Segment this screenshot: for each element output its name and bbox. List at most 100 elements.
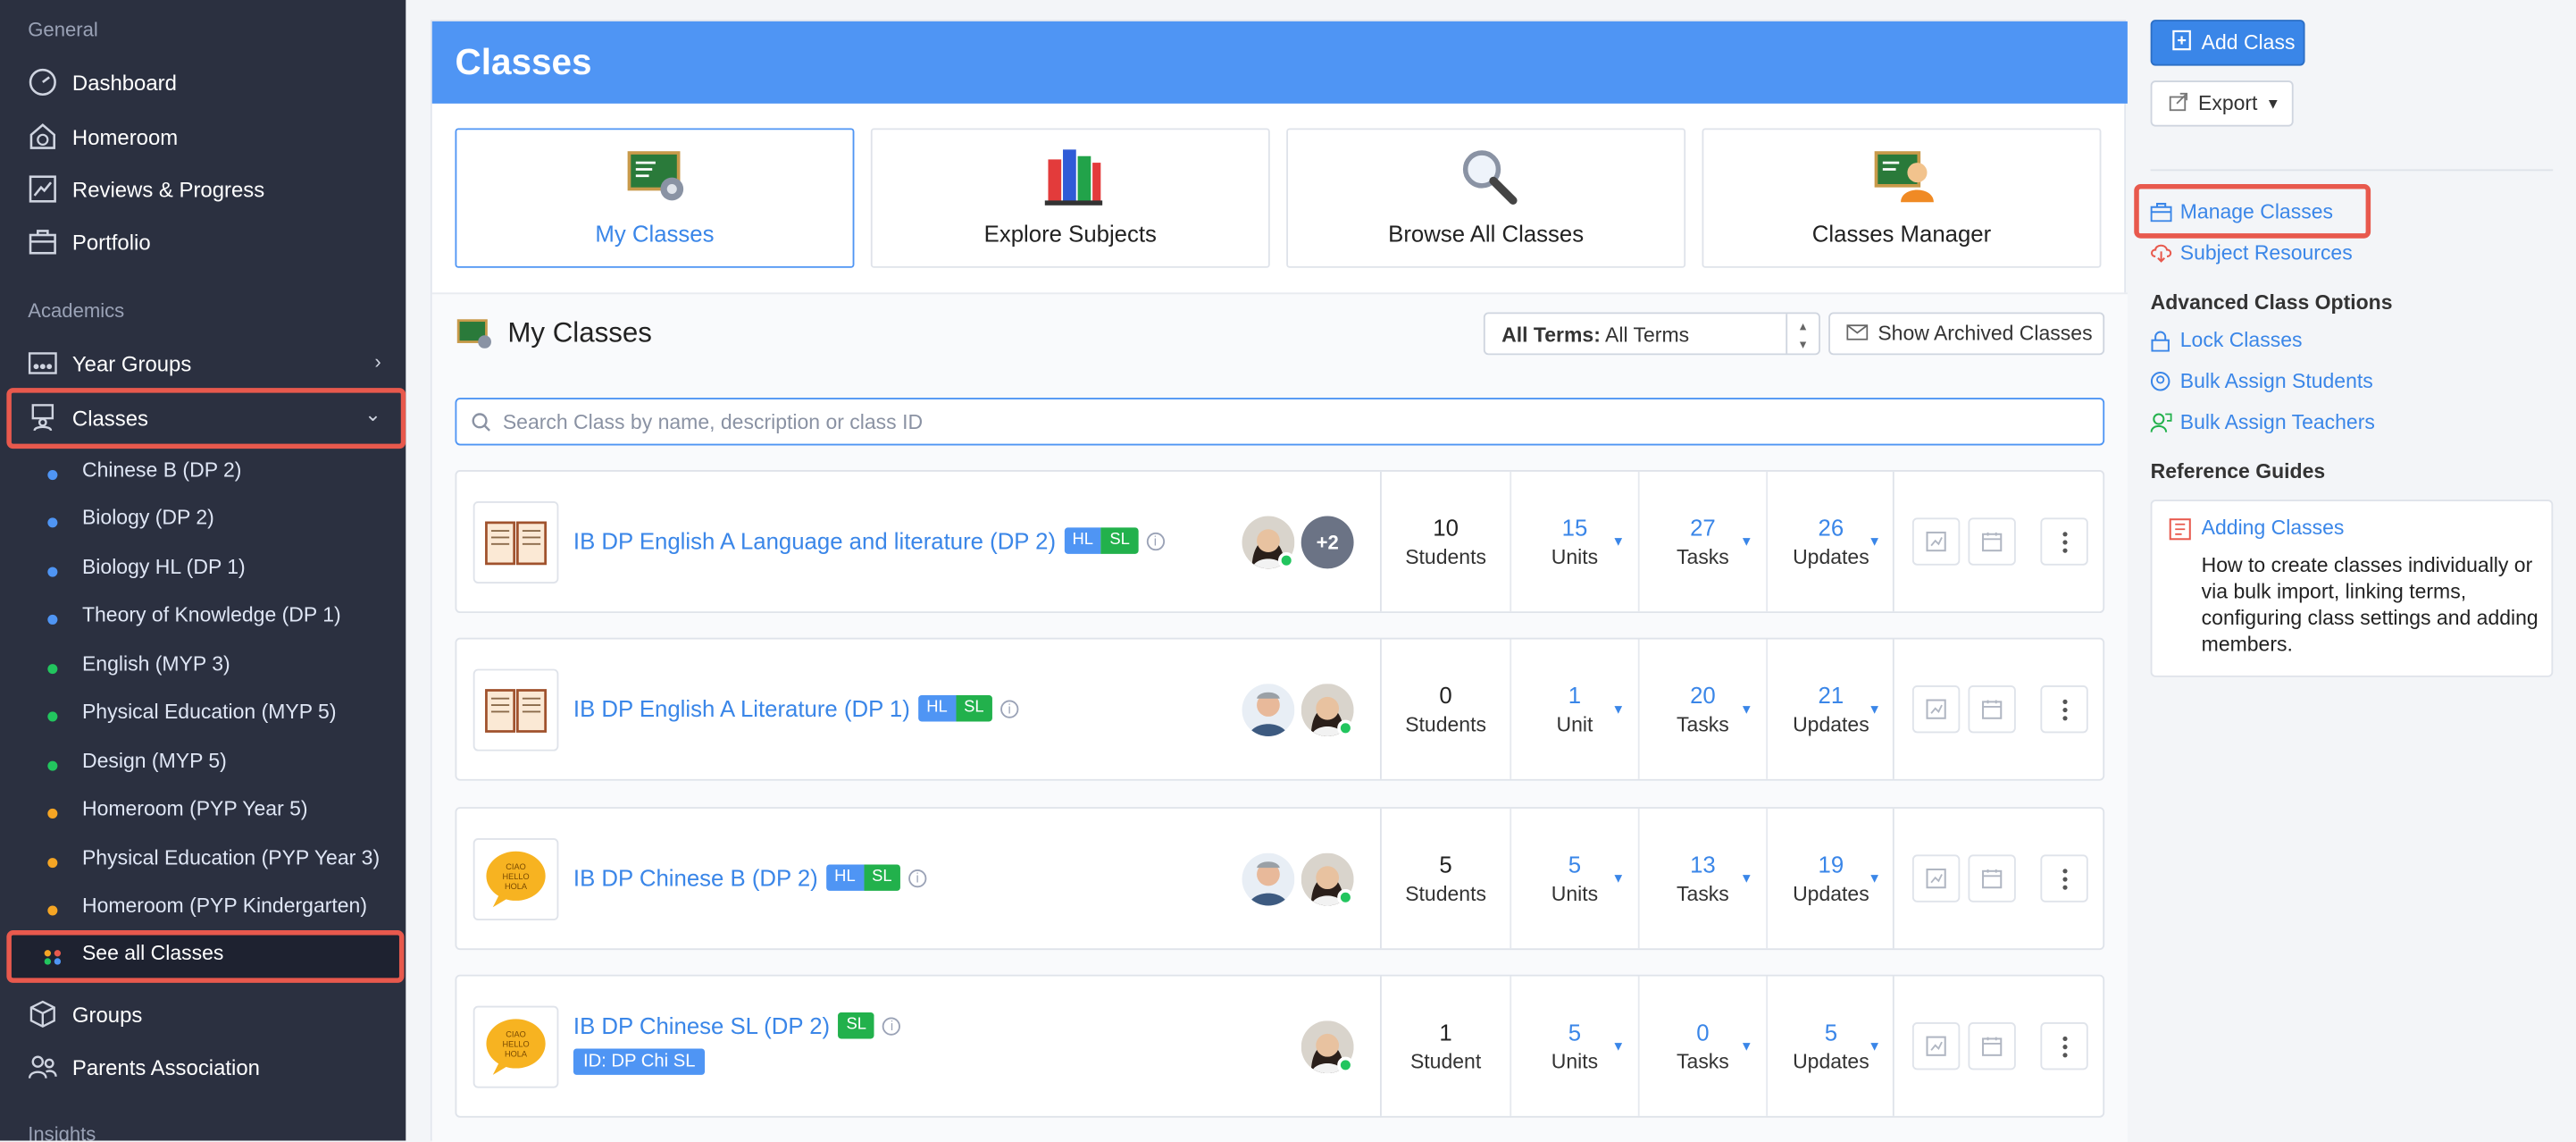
more-options-button[interactable] xyxy=(2040,854,2088,903)
stat-units[interactable]: 1 Unit ▼ xyxy=(1510,639,1637,779)
add-class-button[interactable]: Add Class xyxy=(2150,20,2305,66)
guide-book-icon xyxy=(2169,517,2192,549)
class-card[interactable]: CIAO HELLO HOLA IB DP Chinese B (DP 2) HL SL i… xyxy=(455,807,2105,951)
gradebook-button[interactable] xyxy=(1911,854,1961,903)
stat-value: 1 xyxy=(1439,1019,1452,1045)
gradebook-button[interactable] xyxy=(1911,517,1961,566)
caret-down-icon: ▼ xyxy=(1739,533,1753,550)
class-name-link[interactable]: IB DP Chinese B (DP 2) HL SL i xyxy=(573,864,927,891)
manage-classes-link[interactable]: Manage Classes xyxy=(2150,200,2333,223)
calendar-button[interactable] xyxy=(1968,517,2016,566)
nav-year-groups[interactable]: Year Groups › xyxy=(26,342,397,385)
stat-units[interactable]: 15 Units ▼ xyxy=(1510,471,1637,612)
lock-classes-link[interactable]: Lock Classes xyxy=(2151,329,2302,352)
nav-homeroom[interactable]: Homeroom xyxy=(26,115,397,158)
sidebar-class-item[interactable]: English (MYP 3) xyxy=(82,652,230,676)
subject-resources-link[interactable]: Subject Resources xyxy=(2151,241,2353,265)
info-icon[interactable]: i xyxy=(907,869,927,887)
nav-portfolio[interactable]: Portfolio xyxy=(26,220,397,263)
bulk-assign-students-link[interactable]: Bulk Assign Students xyxy=(2150,370,2373,393)
class-color-dot xyxy=(47,808,58,819)
class-name-link[interactable]: IB DP English A Language and literature … xyxy=(573,527,1165,554)
sidebar-class-item[interactable]: Design (MYP 5) xyxy=(82,750,227,773)
nav-parents-association[interactable]: Parents Association xyxy=(26,1045,397,1088)
tile-my-classes[interactable]: My Classes xyxy=(455,128,855,268)
stat-tasks[interactable]: 20 Tasks ▼ xyxy=(1637,639,1766,779)
term-label: All Terms: xyxy=(1501,323,1601,348)
sl-badge: SL xyxy=(838,1012,875,1039)
caret-down-icon: ▼ xyxy=(1611,533,1626,550)
term-select[interactable]: All Terms: All Terms ▴ ▾ xyxy=(1483,312,1820,356)
tile-classes-manager[interactable]: Classes Manager xyxy=(1702,128,2102,268)
sidebar-class-item[interactable]: Homeroom (PYP Year 5) xyxy=(82,797,308,820)
gradebook-button[interactable] xyxy=(1911,684,1961,734)
nav-classes[interactable]: Classes ⌄ xyxy=(26,396,397,439)
class-name-link[interactable]: IB DP English A Literature (DP 1) HL SL i xyxy=(573,695,1019,722)
class-thumbnail[interactable] xyxy=(473,668,559,752)
stat-label: Students xyxy=(1405,713,1486,737)
class-card[interactable]: IB DP English A Language and literature … xyxy=(455,470,2105,614)
sidebar-class-item[interactable]: Physical Education (MYP 5) xyxy=(82,701,337,724)
page-header: Classes xyxy=(431,21,2128,104)
stat-value: 0 xyxy=(1439,682,1452,709)
colored-dots-icon-part xyxy=(54,958,62,965)
nav-reviews-progress[interactable]: Reviews & Progress xyxy=(26,168,397,211)
bulk-assign-teachers-link[interactable]: Bulk Assign Teachers xyxy=(2150,411,2375,434)
dashboard-icon xyxy=(26,66,59,99)
more-options-button[interactable] xyxy=(2040,684,2088,734)
sidebar-class-item[interactable]: Homeroom (PYP Kindergarten) xyxy=(82,894,367,918)
add-class-label: Add Class xyxy=(2201,30,2296,55)
stat-units[interactable]: 5 Units ▼ xyxy=(1510,808,1637,949)
stat-updates[interactable]: 26 Updates ▼ xyxy=(1766,471,1894,612)
stat-label: Student xyxy=(1409,1050,1482,1074)
stat-updates[interactable]: 5 Updates ▼ xyxy=(1766,976,1894,1116)
nav-label: Classes xyxy=(71,405,148,430)
more-options-button[interactable] xyxy=(2040,1022,2088,1071)
guide-card[interactable]: Adding Classes How to create classes ind… xyxy=(2150,500,2554,677)
sidebar-class-item[interactable]: Physical Education (PYP Year 3) xyxy=(82,846,380,869)
teacher-avatar[interactable] xyxy=(1242,684,1295,737)
nav-label: Dashboard xyxy=(71,70,177,95)
guide-title[interactable]: Adding Classes xyxy=(2202,516,2345,540)
stat-label: Tasks xyxy=(1677,545,1729,569)
tile-explore-subjects[interactable]: Explore Subjects xyxy=(870,128,1270,268)
class-card[interactable]: IB DP English A Literature (DP 1) HL SL i 0 S… xyxy=(455,637,2105,781)
stat-updates[interactable]: 21 Updates ▼ xyxy=(1766,639,1894,779)
books-icon xyxy=(1041,147,1104,206)
export-button[interactable]: Export ▼ xyxy=(2150,80,2294,127)
stat-tasks[interactable]: 13 Tasks ▼ xyxy=(1637,808,1766,949)
info-icon[interactable]: i xyxy=(1146,532,1165,550)
stat-tasks[interactable]: 27 Tasks ▼ xyxy=(1637,471,1766,612)
show-archived-button[interactable]: Show Archived Classes xyxy=(1828,312,2105,356)
calendar-button[interactable] xyxy=(1968,684,2016,734)
stat-tasks[interactable]: 0 Tasks ▼ xyxy=(1637,976,1766,1116)
nav-groups[interactable]: Groups xyxy=(26,993,397,1036)
tile-browse-all-classes[interactable]: Browse All Classes xyxy=(1286,128,1686,268)
sidebar-class-item[interactable]: Biology (DP 2) xyxy=(82,507,214,530)
info-icon[interactable]: i xyxy=(882,1016,901,1035)
class-thumbnail[interactable] xyxy=(473,500,559,584)
stat-updates[interactable]: 19 Updates ▼ xyxy=(1766,808,1894,949)
class-name-link[interactable]: IB DP Chinese SL (DP 2) SL i xyxy=(573,1012,901,1039)
teacher-board-icon xyxy=(1873,147,1936,206)
see-all-classes-link[interactable]: See all Classes xyxy=(82,942,223,965)
class-name: IB DP Chinese SL (DP 2) xyxy=(573,1012,831,1039)
calendar-button[interactable] xyxy=(1968,1022,2016,1071)
stat-units[interactable]: 5 Units ▼ xyxy=(1510,976,1637,1116)
info-icon[interactable]: i xyxy=(1000,699,1019,718)
class-thumbnail[interactable]: CIAO HELLO HOLA xyxy=(473,1005,559,1088)
sidebar-class-item[interactable]: Theory of Knowledge (DP 1) xyxy=(82,603,341,626)
sidebar-class-item[interactable]: Biology HL (DP 1) xyxy=(82,556,246,579)
class-card[interactable]: CIAO HELLO HOLA IB DP Chinese SL (DP 2) SL i I… xyxy=(455,974,2105,1118)
teacher-avatar[interactable] xyxy=(1242,852,1295,906)
more-teachers-badge[interactable]: +2 xyxy=(1301,516,1354,569)
calendar-icon xyxy=(1982,869,2003,889)
search-input[interactable]: Search Class by name, description or cla… xyxy=(455,398,2105,446)
calendar-button[interactable] xyxy=(1968,854,2016,903)
sidebar-class-item[interactable]: Chinese B (DP 2) xyxy=(82,458,241,482)
class-thumbnail[interactable]: CIAO HELLO HOLA xyxy=(473,838,559,921)
nav-dashboard[interactable]: Dashboard xyxy=(26,61,397,104)
more-options-button[interactable] xyxy=(2040,517,2088,566)
caret-down-icon: ▼ xyxy=(1611,1038,1626,1054)
gradebook-button[interactable] xyxy=(1911,1022,1961,1071)
